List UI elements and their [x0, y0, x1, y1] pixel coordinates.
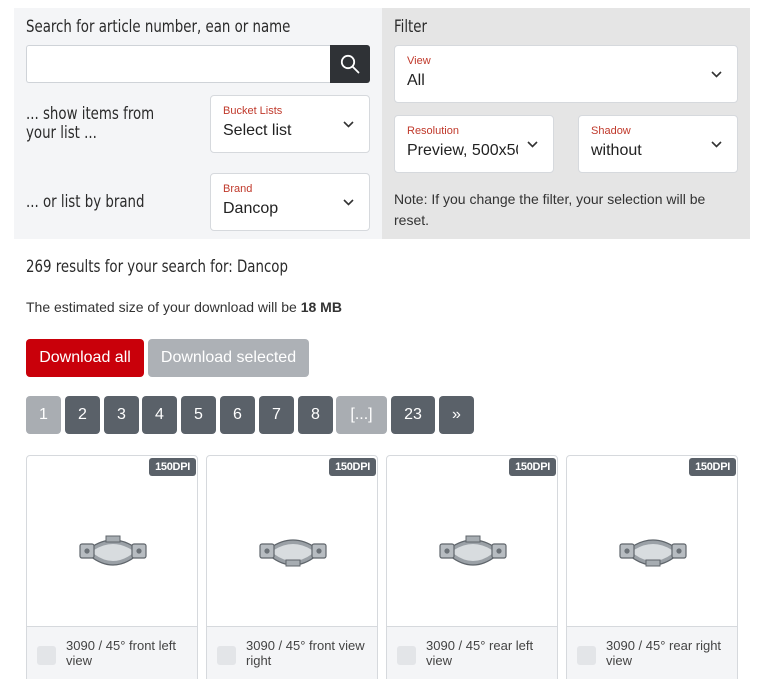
bucket-list-value: Select list	[223, 122, 292, 139]
select-checkbox[interactable]	[217, 646, 236, 665]
product-card[interactable]: 150DPI 3090 / 45° front view right	[206, 455, 378, 679]
select-checkbox[interactable]	[37, 646, 56, 665]
card-caption: 3090 / 45° front left view	[66, 638, 176, 668]
filter-note: Note: If you change the filter, your sel…	[394, 191, 706, 228]
card-caption: 3090 / 45° rear left view	[426, 638, 534, 668]
page-3-button[interactable]: 3	[104, 396, 139, 434]
product-card[interactable]: 150DPI 3090 / 45° rear right view	[566, 455, 738, 679]
product-card[interactable]: 150DPI 3090 / 45° rear left view	[386, 455, 558, 679]
resolution-value: Preview, 500x500	[407, 142, 518, 159]
page-2-button[interactable]: 2	[65, 396, 100, 434]
brand-label: Brand	[223, 183, 253, 195]
card-caption: 3090 / 45° rear right view	[606, 638, 722, 668]
page-4-button[interactable]: 4	[142, 396, 177, 434]
card-footer: 3090 / 45° rear left view	[387, 626, 557, 679]
next-page-button[interactable]: »	[439, 396, 474, 434]
view-label: View	[407, 55, 431, 67]
dpi-badge: 150DPI	[149, 458, 196, 476]
search-input[interactable]	[26, 45, 331, 83]
bucket-row-label: ... show items from your list ...	[26, 104, 155, 142]
shadow-select[interactable]: Shadow without	[578, 115, 738, 173]
pipe-clamp-image	[439, 535, 507, 566]
page-8-button[interactable]: 8	[298, 396, 333, 434]
page-23-button[interactable]: 23	[391, 396, 435, 434]
view-select[interactable]: View All	[394, 45, 738, 103]
chevron-down-icon	[343, 199, 354, 206]
brand-row-label: ... or list by brand	[26, 192, 145, 211]
pipe-clamp-image	[79, 535, 147, 566]
filter-title: Filter	[394, 17, 427, 36]
search-icon	[340, 54, 360, 74]
product-image[interactable]	[27, 476, 197, 626]
search-panel: Search for article number, ean or name .…	[14, 8, 382, 239]
select-checkbox[interactable]	[577, 646, 596, 665]
pipe-clamp-image	[259, 539, 327, 567]
dpi-badge: 150DPI	[329, 458, 376, 476]
search-title: Search for article number, ean or name	[26, 17, 291, 36]
resolution-select[interactable]: Resolution Preview, 500x500	[394, 115, 554, 173]
card-footer: 3090 / 45° rear right view	[567, 626, 737, 679]
card-caption: 3090 / 45° front view right	[246, 638, 365, 668]
search-button[interactable]	[330, 45, 370, 83]
select-checkbox[interactable]	[397, 646, 416, 665]
resolution-label: Resolution	[407, 125, 459, 137]
card-footer: 3090 / 45° front view right	[207, 626, 377, 679]
download-size-value: 18 MB	[300, 299, 342, 315]
results-title: 269 results for your search for: Dancop	[26, 257, 288, 276]
card-footer: 3090 / 45° front left view	[27, 626, 197, 679]
brand-value: Dancop	[223, 200, 279, 217]
download-size-text: The estimated size of your download will…	[26, 299, 297, 315]
chevron-down-icon	[527, 141, 538, 148]
dpi-badge: 150DPI	[509, 458, 556, 476]
brand-select[interactable]: Brand Dancop	[210, 173, 370, 231]
page-ellipsis: [...]	[336, 396, 387, 434]
dpi-badge: 150DPI	[689, 458, 736, 476]
product-card[interactable]: 150DPI 3090 / 45° front left view	[26, 455, 198, 679]
shadow-label: Shadow	[591, 125, 631, 137]
page-5-button[interactable]: 5	[181, 396, 216, 434]
view-value: All	[407, 72, 425, 89]
product-image[interactable]	[207, 476, 377, 626]
page-1-button[interactable]: 1	[26, 396, 61, 434]
chevron-down-icon	[711, 71, 722, 78]
chevron-down-icon	[711, 141, 722, 148]
shadow-value: without	[591, 142, 642, 159]
page-6-button[interactable]: 6	[220, 396, 255, 434]
bucket-list-select[interactable]: Bucket Lists Select list	[210, 95, 370, 153]
download-all-button[interactable]: Download all	[26, 339, 144, 377]
chevron-down-icon	[343, 121, 354, 128]
pipe-clamp-image	[619, 539, 687, 567]
filter-panel: Filter View All Resolution Preview, 500x…	[382, 8, 750, 239]
download-selected-button[interactable]: Download selected	[148, 339, 309, 377]
page-7-button[interactable]: 7	[259, 396, 294, 434]
product-image[interactable]	[567, 476, 737, 626]
bucket-list-label: Bucket Lists	[223, 105, 283, 117]
product-image[interactable]	[387, 476, 557, 626]
download-size: The estimated size of your download will…	[26, 299, 342, 315]
